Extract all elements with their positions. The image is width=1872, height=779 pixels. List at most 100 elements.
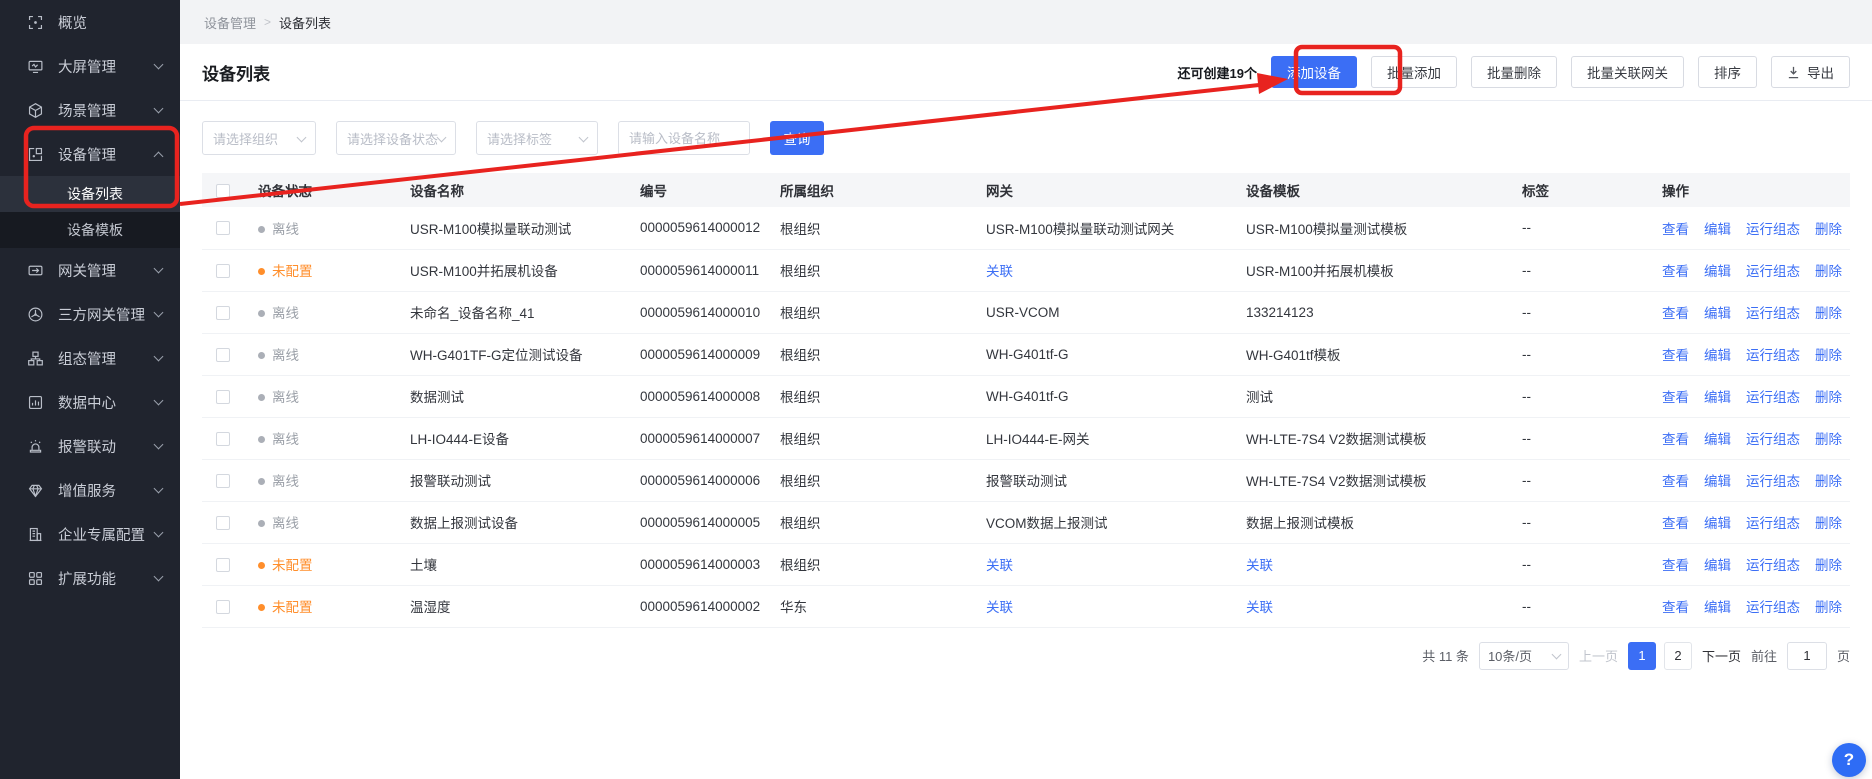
action-edit[interactable]: 编辑 [1704,348,1731,363]
action-run-scada[interactable]: 运行组态 [1746,432,1800,447]
prev-page-button[interactable]: 上一页 [1579,646,1618,665]
sidebar-item-0[interactable]: 概览 [0,0,180,44]
action-edit[interactable]: 编辑 [1704,474,1731,489]
org-select[interactable]: 请选择组织 [202,121,316,155]
action-delete[interactable]: 删除 [1815,264,1842,279]
action-run-scada[interactable]: 运行组态 [1746,474,1800,489]
batch-add-button[interactable]: 批量添加 [1371,56,1457,88]
breadcrumb-parent[interactable]: 设备管理 [204,13,256,32]
action-run-scada[interactable]: 运行组态 [1746,516,1800,531]
action-edit[interactable]: 编辑 [1704,306,1731,321]
page-button-1[interactable]: 1 [1628,642,1656,670]
tag-select[interactable]: 请选择标签 [476,121,598,155]
action-edit[interactable]: 编辑 [1704,222,1731,237]
action-delete[interactable]: 删除 [1815,306,1842,321]
next-page-button[interactable]: 下一页 [1702,646,1741,665]
sort-button[interactable]: 排序 [1698,56,1757,88]
action-delete[interactable]: 删除 [1815,390,1842,405]
sidebar-item-3[interactable]: 设备管理 [0,132,180,176]
sidebar-item-label: 设备管理 [58,144,155,165]
download-icon [1787,66,1800,79]
jump-page-input[interactable] [1787,642,1827,670]
action-view[interactable]: 查看 [1662,600,1689,615]
action-view[interactable]: 查看 [1662,306,1689,321]
row-checkbox[interactable] [216,390,230,404]
action-edit[interactable]: 编辑 [1704,600,1731,615]
sidebar-subitem-3-1[interactable]: 设备模板 [0,212,180,248]
action-run-scada[interactable]: 运行组态 [1746,390,1800,405]
action-run-scada[interactable]: 运行组态 [1746,222,1800,237]
row-checkbox[interactable] [216,600,230,614]
action-edit[interactable]: 编辑 [1704,390,1731,405]
action-delete[interactable]: 删除 [1815,558,1842,573]
action-edit[interactable]: 编辑 [1704,516,1731,531]
gateway-link[interactable]: 关联 [986,264,1013,279]
status-dot-icon [258,436,265,443]
sidebar-item-2[interactable]: 场景管理 [0,88,180,132]
device-gateway: USR-M100模拟量联动测试网关 [980,207,1240,249]
action-run-scada[interactable]: 运行组态 [1746,348,1800,363]
action-run-scada[interactable]: 运行组态 [1746,600,1800,615]
action-edit[interactable]: 编辑 [1704,558,1731,573]
action-view[interactable]: 查看 [1662,222,1689,237]
action-run-scada[interactable]: 运行组态 [1746,264,1800,279]
action-view[interactable]: 查看 [1662,558,1689,573]
row-checkbox[interactable] [216,306,230,320]
overview-icon [26,13,45,32]
device-status: 未配置 [252,249,404,291]
template-link[interactable]: 关联 [1246,600,1273,615]
row-checkbox[interactable] [216,348,230,362]
sidebar-item-11[interactable]: 扩展功能 [0,556,180,600]
row-checkbox[interactable] [216,264,230,278]
status-dot-icon [258,478,265,485]
action-delete[interactable]: 删除 [1815,600,1842,615]
row-checkbox[interactable] [216,221,230,235]
sidebar-item-4[interactable]: 网关管理 [0,248,180,292]
action-view[interactable]: 查看 [1662,432,1689,447]
device-name-input[interactable] [618,121,750,155]
sidebar-item-9[interactable]: 增值服务 [0,468,180,512]
page-button-2[interactable]: 2 [1664,642,1692,670]
gateway-link[interactable]: 关联 [986,558,1013,573]
row-checkbox[interactable] [216,474,230,488]
action-view[interactable]: 查看 [1662,264,1689,279]
action-edit[interactable]: 编辑 [1704,264,1731,279]
add-device-button[interactable]: 添加设备 [1271,56,1357,88]
sidebar-item-label: 扩展功能 [58,568,155,589]
action-delete[interactable]: 删除 [1815,348,1842,363]
action-delete[interactable]: 删除 [1815,516,1842,531]
sidebar-subitem-3-0[interactable]: 设备列表 [0,176,180,212]
sidebar-item-6[interactable]: 组态管理 [0,336,180,380]
gateway-link[interactable]: 关联 [986,600,1013,615]
action-edit[interactable]: 编辑 [1704,432,1731,447]
device-code: 0000059614000008 [634,375,774,417]
action-view[interactable]: 查看 [1662,348,1689,363]
action-run-scada[interactable]: 运行组态 [1746,306,1800,321]
row-checkbox[interactable] [216,432,230,446]
template-link[interactable]: 关联 [1246,558,1273,573]
export-button[interactable]: 导出 [1771,56,1850,88]
action-delete[interactable]: 删除 [1815,432,1842,447]
select-all-checkbox[interactable] [216,184,230,198]
batch-delete-button[interactable]: 批量删除 [1471,56,1557,88]
action-delete[interactable]: 删除 [1815,222,1842,237]
action-run-scada[interactable]: 运行组态 [1746,558,1800,573]
row-checkbox[interactable] [216,558,230,572]
search-button[interactable]: 查询 [770,121,824,155]
help-button[interactable]: ? [1832,743,1866,777]
row-checkbox[interactable] [216,516,230,530]
sidebar-item-8[interactable]: 报警联动 [0,424,180,468]
action-view[interactable]: 查看 [1662,516,1689,531]
sidebar-item-5[interactable]: 三方网关管理 [0,292,180,336]
sidebar-item-10[interactable]: 企业专属配置 [0,512,180,556]
action-view[interactable]: 查看 [1662,390,1689,405]
device-status-select[interactable]: 请选择设备状态 [336,121,456,155]
sidebar-item-1[interactable]: 大屏管理 [0,44,180,88]
device-status: 离线 [252,459,404,501]
action-view[interactable]: 查看 [1662,474,1689,489]
page-size-select[interactable]: 10条/页 [1479,642,1569,670]
batch-link-gateway-button[interactable]: 批量关联网关 [1571,56,1684,88]
action-delete[interactable]: 删除 [1815,474,1842,489]
sidebar-item-7[interactable]: 数据中心 [0,380,180,424]
device-name: USR-M100模拟量联动测试 [404,207,634,249]
